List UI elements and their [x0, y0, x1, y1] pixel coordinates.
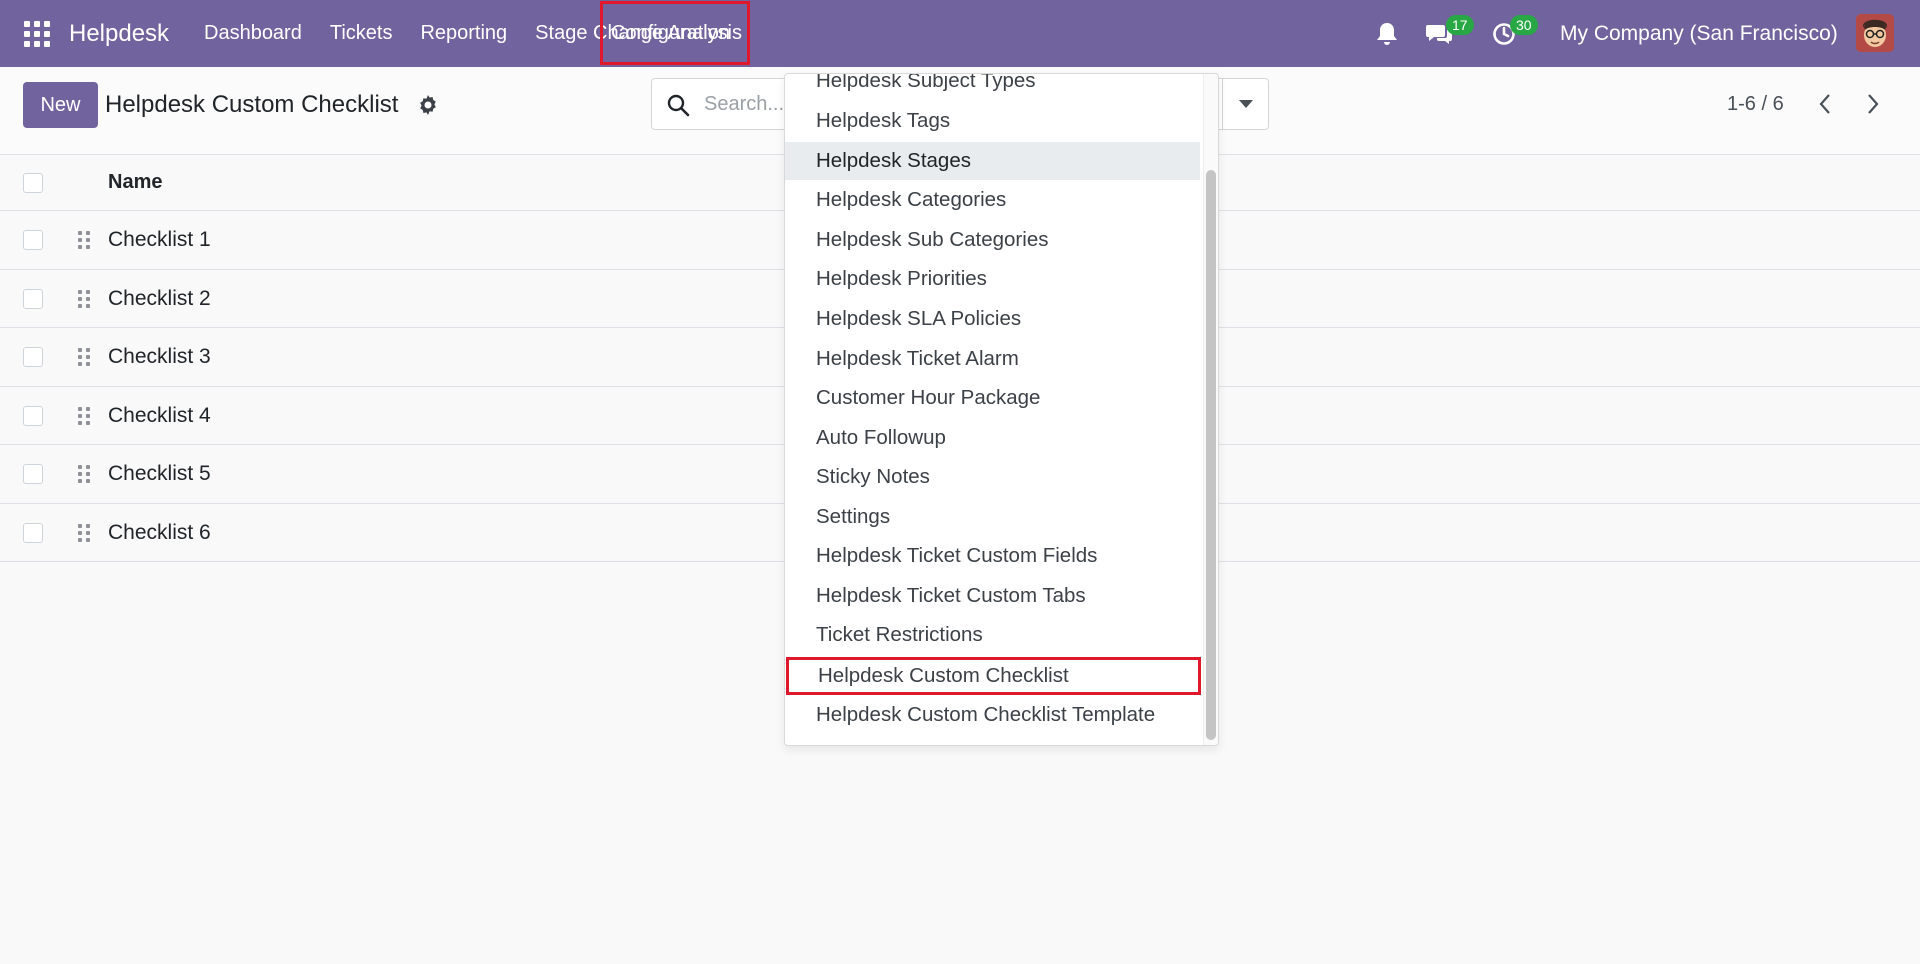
row-checkbox[interactable] [23, 288, 43, 309]
top-navbar: Helpdesk Dashboard Tickets Reporting Sta… [0, 0, 1920, 67]
menu-item-stages[interactable]: Helpdesk Stages [785, 142, 1200, 180]
drag-handle-icon[interactable] [78, 465, 90, 483]
configuration-dropdown: Helpdesk Subject Types Helpdesk Tags Hel… [784, 73, 1219, 746]
apps-grid-icon[interactable] [24, 21, 50, 47]
menu-item-settings[interactable]: Settings [785, 498, 1200, 536]
menu-item-sticky-notes[interactable]: Sticky Notes [785, 458, 1200, 496]
row-name: Checklist 4 [108, 403, 211, 427]
menu-item-sub-categories[interactable]: Helpdesk Sub Categories [785, 221, 1200, 259]
pager-previous-button[interactable] [1810, 89, 1840, 119]
company-switcher[interactable]: My Company (San Francisco) [1560, 22, 1838, 46]
menu-item-categories[interactable]: Helpdesk Categories [785, 181, 1200, 219]
menu-item-auto-followup[interactable]: Auto Followup [785, 419, 1200, 457]
user-avatar[interactable] [1856, 14, 1894, 52]
app-brand[interactable]: Helpdesk [69, 20, 169, 48]
column-header-name[interactable]: Name [108, 171, 162, 194]
menu-item-ticket-alarm[interactable]: Helpdesk Ticket Alarm [785, 340, 1200, 378]
pager-next-button[interactable] [1858, 89, 1888, 119]
menu-reporting[interactable]: Reporting [406, 0, 521, 67]
dropdown-scrollbar-thumb[interactable] [1206, 170, 1216, 740]
activities-count-badge: 30 [1510, 15, 1538, 35]
menu-dashboard[interactable]: Dashboard [190, 0, 316, 67]
menu-item-ticket-custom-tabs[interactable]: Helpdesk Ticket Custom Tabs [785, 577, 1200, 615]
menu-configuration[interactable]: Configuration [600, 1, 750, 65]
caret-down-icon [1238, 100, 1253, 108]
gear-icon[interactable] [418, 95, 438, 115]
menu-item-customer-hour-package[interactable]: Customer Hour Package [785, 379, 1200, 417]
menu-tickets[interactable]: Tickets [316, 0, 407, 67]
menu-item-tags[interactable]: Helpdesk Tags [785, 102, 1200, 140]
menu-item-priorities[interactable]: Helpdesk Priorities [785, 260, 1200, 298]
new-button[interactable]: New [23, 82, 98, 128]
drag-handle-icon[interactable] [78, 348, 90, 366]
page-title: Helpdesk Custom Checklist [105, 91, 399, 118]
row-checkbox[interactable] [23, 230, 43, 250]
bell-icon[interactable] [1376, 22, 1398, 46]
row-name: Checklist 5 [108, 462, 211, 485]
select-all-checkbox[interactable] [23, 173, 43, 193]
row-name: Checklist 1 [108, 228, 211, 251]
chevron-left-icon [1819, 94, 1830, 114]
drag-handle-icon[interactable] [78, 231, 90, 249]
pager-value[interactable]: 1-6 / 6 [1727, 93, 1784, 116]
search-options-toggle[interactable] [1222, 79, 1268, 129]
messages-count-badge: 17 [1446, 15, 1474, 35]
menu-item-subject-types[interactable]: Helpdesk Subject Types [785, 74, 1200, 100]
menu-item-ticket-custom-fields[interactable]: Helpdesk Ticket Custom Fields [785, 537, 1200, 575]
row-checkbox[interactable] [23, 405, 43, 426]
menu-item-custom-checklist[interactable]: Helpdesk Custom Checklist [786, 657, 1201, 695]
drag-handle-icon[interactable] [78, 523, 90, 542]
row-name: Checklist 6 [108, 520, 211, 544]
chevron-right-icon [1868, 94, 1879, 114]
row-name: Checklist 2 [108, 286, 211, 310]
search-icon [667, 94, 690, 117]
row-checkbox[interactable] [23, 522, 43, 543]
row-name: Checklist 3 [108, 345, 211, 368]
menu-item-custom-checklist-template[interactable]: Helpdesk Custom Checklist Template [785, 696, 1200, 734]
menu-item-sla-policies[interactable]: Helpdesk SLA Policies [785, 300, 1200, 338]
drag-handle-icon[interactable] [78, 406, 90, 425]
row-checkbox[interactable] [23, 347, 43, 367]
row-checkbox[interactable] [23, 464, 43, 484]
drag-handle-icon[interactable] [78, 289, 90, 308]
menu-item-ticket-restrictions[interactable]: Ticket Restrictions [785, 616, 1200, 654]
